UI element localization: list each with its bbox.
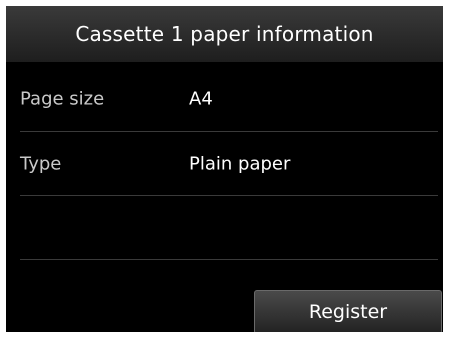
register-button[interactable]: Register <box>254 290 442 332</box>
info-row-type[interactable]: Type Plain paper <box>20 132 438 196</box>
type-value: Plain paper <box>189 153 291 174</box>
printer-display-screen: Cassette 1 paper information Page size A… <box>6 6 443 332</box>
info-row-page-size[interactable]: Page size A4 <box>20 66 438 132</box>
screen-header: Cassette 1 paper information <box>6 6 443 62</box>
screen-title: Cassette 1 paper information <box>75 22 374 46</box>
page-size-value: A4 <box>189 88 213 109</box>
type-label: Type <box>20 153 62 174</box>
page-size-label: Page size <box>20 88 105 109</box>
empty-row <box>20 196 438 260</box>
